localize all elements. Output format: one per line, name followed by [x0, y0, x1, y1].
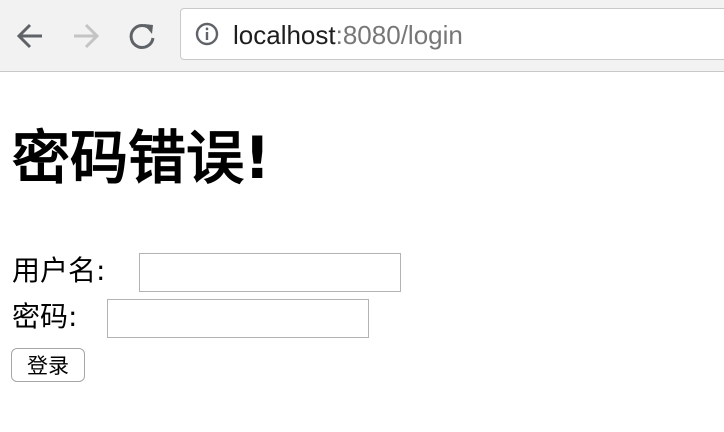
url-text[interactable]: localhost:8080/login — [233, 21, 463, 49]
arrow-left-icon — [16, 23, 42, 49]
back-button[interactable] — [12, 18, 48, 54]
url-host: localhost — [233, 20, 336, 50]
password-label: 密码: — [12, 300, 78, 333]
arrow-right-icon — [74, 23, 100, 49]
error-heading: 密码错误! — [12, 124, 271, 192]
username-label: 用户名: — [12, 254, 106, 287]
info-circle-icon[interactable] — [195, 22, 219, 46]
password-input[interactable] — [107, 299, 369, 338]
url-path: :8080/login — [335, 20, 463, 50]
reload-icon — [129, 23, 155, 49]
login-button[interactable]: 登录 — [11, 348, 85, 382]
address-bar[interactable]: localhost:8080/login — [180, 8, 724, 60]
reload-button[interactable] — [124, 18, 160, 54]
browser-toolbar: localhost:8080/login — [0, 0, 724, 72]
page-content: 密码错误! 用户名: 密码: 登录 — [0, 72, 724, 432]
username-input[interactable] — [139, 253, 401, 292]
forward-button[interactable] — [68, 18, 104, 54]
